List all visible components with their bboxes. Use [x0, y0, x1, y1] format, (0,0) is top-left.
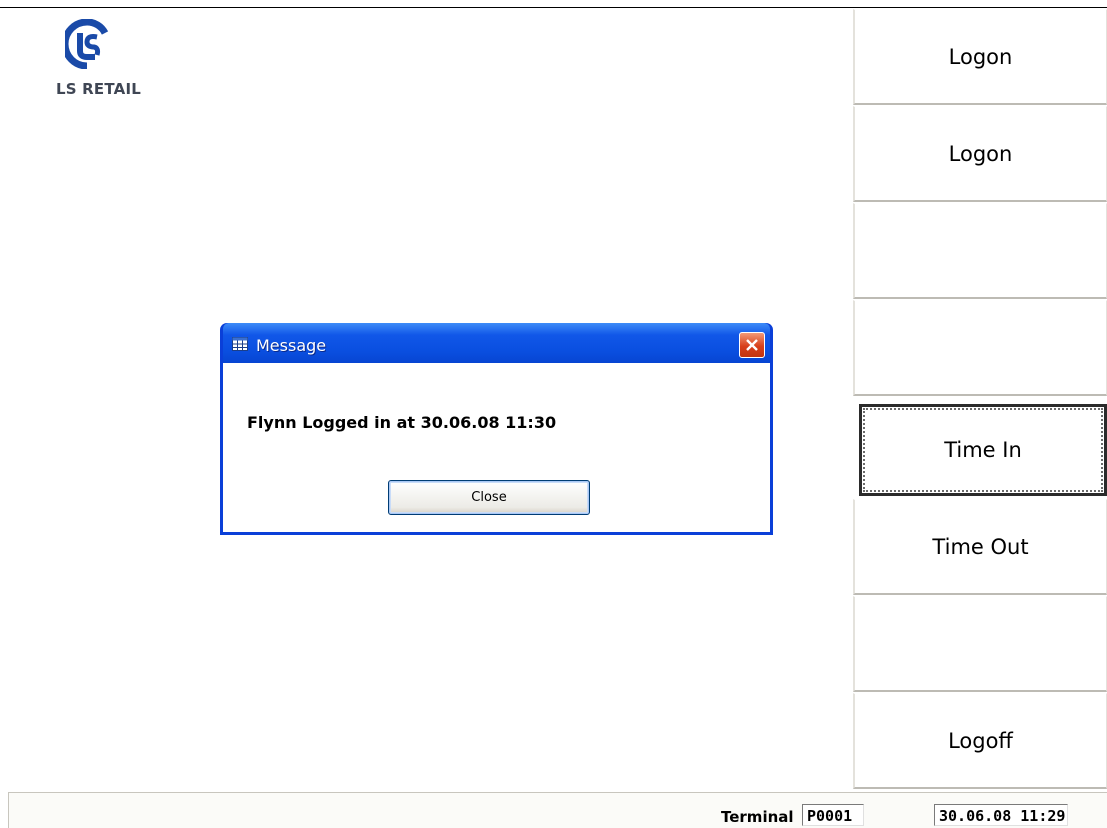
ls-logo-mark-icon	[65, 19, 109, 69]
logo-text: LS RETAIL	[56, 80, 142, 98]
button-label: Logoff	[948, 728, 1013, 753]
ls-retail-logo: LS RETAIL	[56, 16, 146, 98]
button-label: Logon	[948, 141, 1013, 166]
dialog-message: Flynn Logged in at 30.06.08 11:30	[247, 413, 557, 432]
time-in-button[interactable]: Time In	[859, 404, 1107, 496]
close-button-label: Close	[471, 490, 507, 505]
message-dialog: Message Flynn Logged in at 30.06.08 11:3…	[220, 323, 773, 535]
button-label: Time Out	[932, 534, 1029, 559]
logoff-button[interactable]: Logoff	[853, 693, 1107, 789]
empty-button-2[interactable]	[853, 300, 1107, 396]
dialog-close-x-button[interactable]	[739, 332, 765, 358]
dialog-title: Message	[256, 336, 327, 355]
time-out-button[interactable]: Time Out	[853, 499, 1107, 595]
top-border-line	[0, 7, 1107, 8]
logon-button-1[interactable]: Logon	[853, 9, 1107, 105]
terminal-id-field: P0001	[802, 804, 864, 826]
terminal-label: Terminal	[721, 808, 794, 826]
empty-button-1[interactable]	[853, 203, 1107, 299]
button-label: Time In	[944, 438, 1022, 462]
empty-button-3[interactable]	[853, 596, 1107, 692]
button-label: Logon	[948, 44, 1013, 69]
status-bar: Terminal P0001 30.06.08 11:29	[8, 792, 1107, 828]
close-icon	[746, 339, 758, 351]
pos-button-panel: Logon Logon Time In Time Out Logoff	[853, 9, 1107, 789]
datetime-field: 30.06.08 11:29	[934, 804, 1068, 826]
dialog-title-bar[interactable]: Message	[223, 323, 770, 363]
dialog-body: Flynn Logged in at 30.06.08 11:30 Close	[223, 363, 770, 532]
table-icon	[232, 337, 248, 351]
close-button[interactable]: Close	[388, 480, 590, 515]
logon-button-2[interactable]: Logon	[853, 106, 1107, 202]
